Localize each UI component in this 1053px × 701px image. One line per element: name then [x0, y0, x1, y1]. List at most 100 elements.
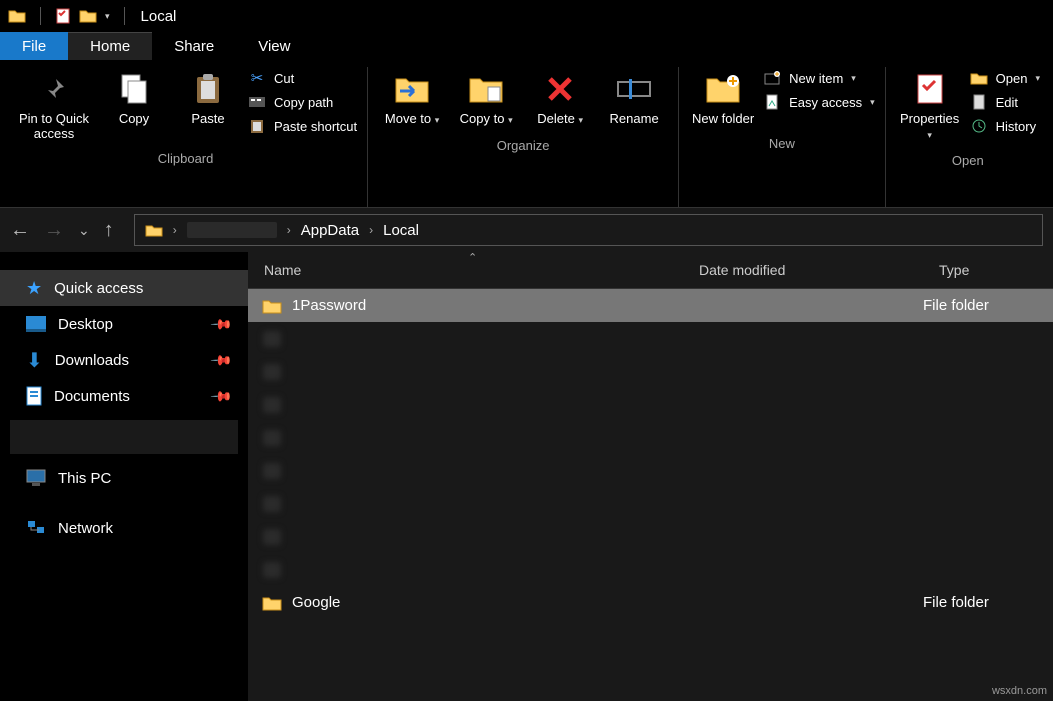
folder-icon — [260, 331, 284, 347]
edit-icon — [970, 93, 988, 111]
sidebar-item-documents[interactable]: Documents 📌 — [0, 378, 248, 414]
pin-icon[interactable]: 📌 — [209, 312, 233, 336]
group-clipboard: Pin to Quick access Copy Paste ✂ Cut — [4, 67, 368, 207]
properties-button[interactable]: Properties ▾ — [896, 67, 964, 147]
qat-new-folder-icon[interactable] — [79, 8, 97, 24]
chevron-down-icon: ▾ — [1035, 73, 1040, 84]
ribbon: Pin to Quick access Copy Paste ✂ Cut — [0, 61, 1053, 208]
column-type[interactable]: Type — [939, 262, 1053, 278]
pc-icon — [26, 469, 46, 487]
paste-shortcut-icon — [248, 117, 266, 135]
qat-dropdown-icon[interactable]: ▾ — [105, 11, 110, 22]
paste-shortcut-button[interactable]: Paste shortcut — [248, 117, 357, 135]
sidebar-item-desktop[interactable]: Desktop 📌 — [0, 306, 248, 342]
file-row[interactable] — [248, 388, 1053, 421]
delete-button[interactable]: Delete ▾ — [526, 67, 594, 132]
title-bar: ▾ Local — [0, 0, 1053, 32]
nav-bar: ← → ⌄ ↑ › › AppData › Local — [0, 208, 1053, 252]
file-name: Google — [292, 594, 683, 611]
easy-access-button[interactable]: Easy access ▾ — [763, 93, 875, 111]
easy-access-icon — [763, 93, 781, 111]
copy-path-icon — [248, 93, 266, 111]
scissors-icon: ✂ — [248, 69, 266, 87]
app-folder-icon — [8, 8, 26, 24]
file-type: File folder — [923, 594, 1053, 611]
file-row[interactable]: 1Password File folder — [248, 289, 1053, 322]
tab-home[interactable]: Home — [68, 32, 152, 60]
folder-icon — [260, 397, 284, 413]
breadcrumb-user-redacted[interactable] — [187, 222, 277, 238]
nav-forward-button[interactable]: → — [44, 219, 64, 242]
file-list: ⌃ Name Date modified Type 1Password File … — [248, 252, 1053, 701]
file-row[interactable] — [248, 322, 1053, 355]
pin-icon — [36, 71, 72, 107]
copy-button[interactable]: Copy — [100, 67, 168, 130]
delete-x-icon — [542, 71, 578, 107]
file-row[interactable] — [248, 553, 1053, 586]
edit-button[interactable]: Edit — [970, 93, 1040, 111]
file-row[interactable] — [248, 454, 1053, 487]
group-open: Properties ▾ Open ▾ Edit — [886, 67, 1050, 207]
paste-icon — [190, 71, 226, 107]
folder-icon — [260, 529, 284, 545]
sidebar-item-redacted[interactable] — [10, 420, 238, 454]
downloads-icon: ⬇ — [26, 348, 43, 373]
chevron-down-icon: ▾ — [870, 97, 875, 108]
nav-back-button[interactable]: ← — [10, 219, 30, 242]
group-organize: Move to ▾ Copy to ▾ Delete ▾ Rename — [368, 67, 679, 207]
rename-button[interactable]: Rename — [600, 67, 668, 130]
chevron-right-icon[interactable]: › — [287, 223, 291, 237]
breadcrumb-local[interactable]: Local — [383, 222, 419, 239]
pin-icon[interactable]: 📌 — [209, 384, 233, 408]
star-icon: ★ — [26, 278, 42, 299]
sidebar-item-quick-access[interactable]: ★ Quick access — [0, 270, 248, 306]
tab-view[interactable]: View — [236, 32, 312, 60]
watermark-text: wsxdn.com — [992, 685, 1047, 697]
qat-properties-icon[interactable] — [55, 8, 71, 24]
nav-recent-dropdown[interactable]: ⌄ — [78, 222, 90, 239]
chevron-down-icon: ▾ — [851, 73, 856, 84]
file-row[interactable] — [248, 520, 1053, 553]
file-row[interactable]: Google File folder — [248, 586, 1053, 619]
sidebar-item-this-pc[interactable]: This PC — [0, 460, 248, 496]
new-item-button[interactable]: New item ▾ — [763, 69, 875, 87]
network-icon — [26, 519, 46, 537]
breadcrumb-appdata[interactable]: AppData — [301, 222, 359, 239]
folder-icon — [260, 496, 284, 512]
column-date-modified[interactable]: Date modified — [699, 262, 939, 278]
paste-button[interactable]: Paste — [174, 67, 242, 130]
history-button[interactable]: History — [970, 117, 1040, 135]
copy-to-button[interactable]: Copy to ▾ — [452, 67, 520, 132]
rename-icon — [616, 71, 652, 107]
tab-share[interactable]: Share — [152, 32, 236, 60]
nav-tree: ★ Quick access Desktop 📌 ⬇ Downloads 📌 D… — [0, 252, 248, 701]
folder-icon — [260, 562, 284, 578]
folder-icon — [260, 430, 284, 446]
sidebar-item-downloads[interactable]: ⬇ Downloads 📌 — [0, 342, 248, 378]
chevron-right-icon[interactable]: › — [369, 223, 373, 237]
file-row[interactable] — [248, 355, 1053, 388]
column-name[interactable]: Name — [248, 262, 699, 278]
pin-icon[interactable]: 📌 — [209, 348, 233, 372]
move-to-button[interactable]: Move to ▾ — [378, 67, 446, 132]
address-folder-icon — [145, 223, 163, 237]
folder-icon — [260, 463, 284, 479]
file-row[interactable] — [248, 421, 1053, 454]
copy-path-button[interactable]: Copy path — [248, 93, 357, 111]
history-icon — [970, 117, 988, 135]
nav-up-button[interactable]: ↑ — [104, 219, 114, 242]
cut-button[interactable]: ✂ Cut — [248, 69, 357, 87]
new-folder-button[interactable]: New folder — [689, 67, 757, 130]
copy-icon — [116, 71, 152, 107]
file-type: File folder — [923, 297, 1053, 314]
tab-file[interactable]: File — [0, 32, 68, 60]
open-button[interactable]: Open ▾ — [970, 69, 1040, 87]
column-headers: ⌃ Name Date modified Type — [248, 252, 1053, 289]
file-name: 1Password — [292, 297, 683, 314]
file-row[interactable] — [248, 487, 1053, 520]
pin-quick-access-button[interactable]: Pin to Quick access — [14, 67, 94, 145]
address-bar[interactable]: › › AppData › Local — [134, 214, 1043, 246]
chevron-right-icon[interactable]: › — [173, 223, 177, 237]
properties-icon — [912, 71, 948, 107]
sidebar-item-network[interactable]: Network — [0, 510, 248, 546]
